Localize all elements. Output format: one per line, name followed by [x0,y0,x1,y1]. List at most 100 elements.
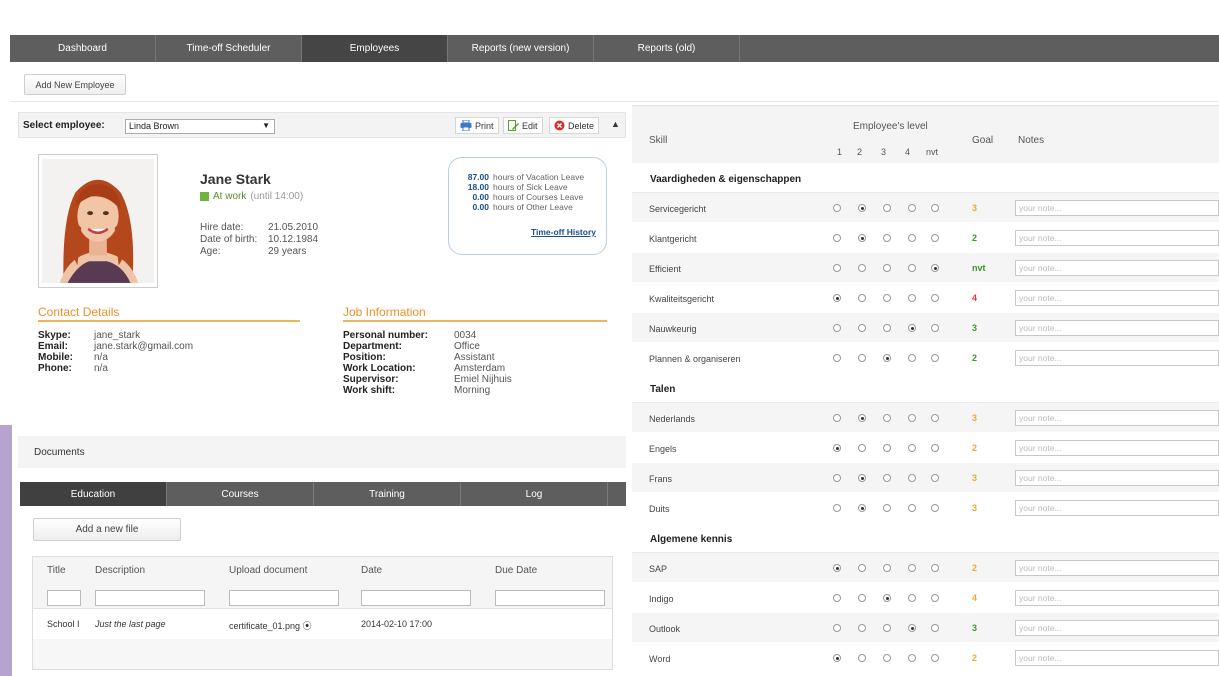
level-radio[interactable] [858,354,866,362]
level-radio[interactable] [858,504,866,512]
tab-training[interactable]: Training [314,482,461,506]
level-radio[interactable] [931,294,939,302]
level-radio[interactable] [833,414,841,422]
level-radio[interactable] [833,474,841,482]
add-new-file-button[interactable]: Add a new file [33,518,181,541]
filter-due-date-input[interactable] [495,590,605,606]
level-radio[interactable] [883,474,891,482]
level-radio[interactable] [833,264,841,272]
level-radio[interactable] [833,294,841,302]
level-radio[interactable] [931,234,939,242]
level-radio[interactable] [833,504,841,512]
level-radio[interactable] [833,594,841,602]
level-radio[interactable] [858,204,866,212]
level-radio[interactable] [931,504,939,512]
level-radio[interactable] [883,294,891,302]
tab-log[interactable]: Log [461,482,608,506]
level-radio[interactable] [858,324,866,332]
note-input[interactable]: your note... [1015,440,1219,456]
level-radio[interactable] [883,624,891,632]
level-radio[interactable] [858,444,866,452]
nav-tab-reports-new[interactable]: Reports (new version) [448,35,594,62]
nav-tab-reports-old[interactable]: Reports (old) [594,35,740,62]
level-radio[interactable] [858,564,866,572]
level-radio[interactable] [908,624,916,632]
nav-tab-time-off-scheduler[interactable]: Time-off Scheduler [156,35,302,62]
level-radio[interactable] [908,504,916,512]
add-new-employee-button[interactable]: Add New Employee [24,74,126,95]
tab-courses[interactable]: Courses [167,482,314,506]
level-radio[interactable] [883,354,891,362]
level-radio[interactable] [883,444,891,452]
level-radio[interactable] [883,504,891,512]
level-radio[interactable] [883,564,891,572]
level-radio[interactable] [833,354,841,362]
level-radio[interactable] [833,204,841,212]
level-radio[interactable] [883,204,891,212]
level-radio[interactable] [883,324,891,332]
level-radio[interactable] [858,654,866,662]
note-input[interactable]: your note... [1015,560,1219,576]
level-radio[interactable] [908,474,916,482]
level-radio[interactable] [908,654,916,662]
level-radio[interactable] [858,234,866,242]
note-input[interactable]: your note... [1015,200,1219,216]
note-input[interactable]: your note... [1015,620,1219,636]
level-radio[interactable] [858,594,866,602]
level-radio[interactable] [931,624,939,632]
note-input[interactable]: your note... [1015,500,1219,516]
nav-tab-dashboard[interactable]: Dashboard [10,35,156,62]
filter-date-input[interactable] [361,590,471,606]
print-button[interactable]: Print [455,117,499,134]
level-radio[interactable] [931,474,939,482]
filter-upload-input[interactable] [229,590,339,606]
level-radio[interactable] [833,564,841,572]
level-radio[interactable] [931,594,939,602]
level-radio[interactable] [908,564,916,572]
level-radio[interactable] [883,414,891,422]
delete-button[interactable]: Delete [549,117,600,134]
level-radio[interactable] [833,444,841,452]
level-radio[interactable] [931,444,939,452]
note-input[interactable]: your note... [1015,320,1219,336]
level-radio[interactable] [833,324,841,332]
level-radio[interactable] [858,264,866,272]
filter-title-input[interactable] [47,590,81,606]
note-input[interactable]: your note... [1015,470,1219,486]
level-radio[interactable] [908,444,916,452]
level-radio[interactable] [858,474,866,482]
note-input[interactable]: your note... [1015,260,1219,276]
level-radio[interactable] [931,564,939,572]
filter-description-input[interactable] [95,590,205,606]
level-radio[interactable] [883,264,891,272]
level-radio[interactable] [833,654,841,662]
note-input[interactable]: your note... [1015,590,1219,606]
tab-education[interactable]: Education [20,482,167,506]
level-radio[interactable] [908,324,916,332]
note-input[interactable]: your note... [1015,410,1219,426]
download-icon[interactable]: ⦿ [303,621,312,631]
note-input[interactable]: your note... [1015,230,1219,246]
edit-button[interactable]: Edit [503,117,543,134]
employee-select[interactable]: Linda Brown ▼ [125,119,275,134]
collapse-icon[interactable]: ▲ [611,119,620,129]
level-radio[interactable] [908,294,916,302]
level-radio[interactable] [883,654,891,662]
level-radio[interactable] [931,204,939,212]
note-input[interactable]: your note... [1015,350,1219,366]
level-radio[interactable] [883,594,891,602]
note-input[interactable]: your note... [1015,650,1219,666]
level-radio[interactable] [931,354,939,362]
level-radio[interactable] [931,264,939,272]
level-radio[interactable] [833,234,841,242]
time-off-history-link[interactable]: Time-off History [531,227,596,237]
table-row[interactable]: School I Just the last page certificate_… [33,609,612,639]
level-radio[interactable] [931,654,939,662]
level-radio[interactable] [931,324,939,332]
level-radio[interactable] [908,234,916,242]
level-radio[interactable] [908,594,916,602]
level-radio[interactable] [858,414,866,422]
nav-tab-employees[interactable]: Employees [302,35,448,62]
level-radio[interactable] [908,264,916,272]
level-radio[interactable] [908,414,916,422]
